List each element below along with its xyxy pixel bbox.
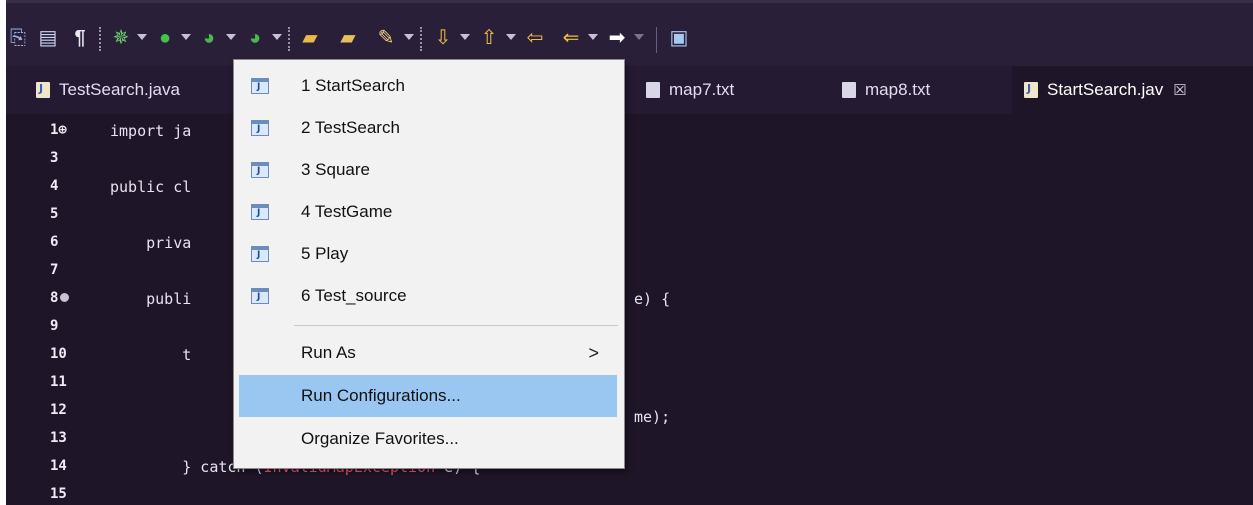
- coverage-icon[interactable]: ◕: [196, 25, 222, 51]
- tab-map7[interactable]: map7.txt: [646, 66, 826, 114]
- line-number: 3: [50, 150, 59, 166]
- next-annotation-icon[interactable]: ⇩: [430, 25, 456, 51]
- java-launch-icon: [251, 288, 269, 304]
- run-dropdown-menu: 1 StartSearch 2 TestSearch 3 Square 4 Te…: [233, 59, 625, 469]
- menu-item-label: 6 Test_source: [301, 286, 407, 305]
- external-tools-icon[interactable]: ◕: [242, 25, 268, 51]
- menu-item-label: 3 Square: [301, 160, 370, 179]
- run-icon[interactable]: ●: [152, 25, 178, 51]
- organize-favorites-item[interactable]: Organize Favorites...: [239, 418, 617, 460]
- code-line: priva: [110, 234, 192, 252]
- line-number: 7: [50, 262, 59, 278]
- show-whitespace-icon[interactable]: ¶: [68, 25, 92, 51]
- perspective-icon[interactable]: ▣: [666, 25, 692, 51]
- back-icon[interactable]: ⇐: [558, 25, 584, 51]
- menu-item-label: Run Configurations...: [301, 386, 461, 405]
- outline-icon[interactable]: ▤: [36, 25, 60, 51]
- tab-map8[interactable]: map8.txt: [842, 66, 1018, 114]
- chevron-down-icon[interactable]: [272, 34, 282, 40]
- last-edit-icon[interactable]: ⇦: [522, 25, 548, 51]
- line-number: 5: [50, 206, 59, 222]
- previous-annotation-icon[interactable]: ⇧: [476, 25, 502, 51]
- line-number: 1⊕: [50, 122, 67, 138]
- line-number: 9: [50, 318, 59, 334]
- main-toolbar: ⎘ ▤ ¶ ✵ ● ◕ ◕ ▰ ▰ ✎ ⇩ ⇧ ⇦ ⇐ ➡ ▣: [6, 0, 1253, 66]
- code-line: publi: [110, 290, 192, 308]
- chevron-right-icon: >: [588, 342, 599, 363]
- chevron-down-icon[interactable]: [404, 34, 414, 40]
- menu-item-label: 5 Play: [301, 244, 349, 263]
- code-fragment: e) {: [634, 290, 671, 308]
- java-file-icon: [36, 82, 50, 98]
- run-as-submenu[interactable]: Run As >: [239, 332, 617, 374]
- tab-testsearch[interactable]: TestSearch.java: [36, 66, 246, 114]
- code-line: import ja: [110, 122, 192, 140]
- line-number: 15: [50, 486, 67, 502]
- chevron-down-icon[interactable]: [460, 34, 470, 40]
- line-number: 13: [50, 430, 67, 446]
- toolbar-separator: [420, 27, 422, 51]
- eclipse-window: ⎘ ▤ ¶ ✵ ● ◕ ◕ ▰ ▰ ✎ ⇩ ⇧ ⇦ ⇐ ➡ ▣ TestSear…: [6, 0, 1253, 505]
- menu-item-label: 4 TestGame: [301, 202, 393, 221]
- tab-label: map7.txt: [669, 80, 735, 99]
- java-launch-icon: [251, 246, 269, 262]
- new-java-project-icon[interactable]: ▰: [296, 25, 324, 51]
- line-number-text: 8: [50, 290, 59, 306]
- text-file-icon: [646, 82, 660, 98]
- line-number: 12: [50, 402, 67, 418]
- run-history-testgame[interactable]: 4 TestGame: [239, 191, 617, 233]
- code-line: t: [110, 346, 192, 364]
- close-icon[interactable]: ☒: [1173, 81, 1186, 99]
- java-launch-icon: [251, 204, 269, 220]
- menu-item-label: 1 StartSearch: [301, 76, 405, 95]
- toolbar-divider: [656, 27, 657, 53]
- line-number: 10: [50, 346, 67, 362]
- line-number: 4: [50, 178, 59, 194]
- chevron-down-icon[interactable]: [181, 34, 191, 40]
- highlighter-icon[interactable]: ✎: [372, 25, 400, 51]
- text-file-icon: [842, 82, 856, 98]
- tab-startsearch[interactable]: StartSearch.jav ☒: [1012, 66, 1253, 114]
- toolbar-separator: [99, 27, 101, 51]
- forward-icon[interactable]: ➡: [604, 25, 630, 51]
- java-launch-icon: [251, 78, 269, 94]
- menu-item-label: 2 TestSearch: [301, 118, 400, 137]
- line-number: 14: [50, 458, 67, 474]
- tab-label: map8.txt: [865, 80, 931, 99]
- toolbar-separator: [288, 27, 290, 51]
- chevron-down-icon[interactable]: [137, 34, 147, 40]
- java-launch-icon: [251, 120, 269, 136]
- editor-tab-bar: TestSearch.java map7.txt map8.txt StartS…: [6, 66, 1253, 114]
- chevron-down-icon[interactable]: [506, 34, 516, 40]
- tab-label: TestSearch.java: [59, 80, 180, 99]
- code-editor[interactable]: 1⊕ import ja 3 4 public cl 5 6 priva 7 8…: [6, 114, 1253, 505]
- run-configurations-item[interactable]: Run Configurations...: [239, 375, 617, 417]
- chevron-down-icon[interactable]: [634, 34, 644, 40]
- menu-separator: [294, 325, 618, 326]
- code-fragment: me);: [634, 408, 671, 426]
- menu-item-label: Run As: [301, 343, 356, 362]
- open-folder-icon[interactable]: ▰: [334, 25, 362, 51]
- debug-icon[interactable]: ✵: [108, 25, 134, 51]
- run-history-test-source[interactable]: 6 Test_source: [239, 275, 617, 317]
- save-all-icon[interactable]: ⎘: [6, 25, 30, 51]
- run-history-startsearch[interactable]: 1 StartSearch: [239, 65, 617, 107]
- line-number: 8: [50, 290, 94, 306]
- java-file-icon: [1024, 82, 1038, 98]
- fold-marker-icon[interactable]: [60, 293, 70, 302]
- menu-item-label: Organize Favorites...: [301, 429, 459, 448]
- run-history-testsearch[interactable]: 2 TestSearch: [239, 107, 617, 149]
- run-history-square[interactable]: 3 Square: [239, 149, 617, 191]
- line-number: 6: [50, 234, 59, 250]
- chevron-down-icon[interactable]: [226, 34, 236, 40]
- run-history-play[interactable]: 5 Play: [239, 233, 617, 275]
- java-launch-icon: [251, 162, 269, 178]
- tab-label: StartSearch.jav: [1047, 80, 1164, 99]
- line-number: 11: [50, 374, 67, 390]
- code-line: public cl: [110, 178, 192, 196]
- chevron-down-icon[interactable]: [588, 34, 598, 40]
